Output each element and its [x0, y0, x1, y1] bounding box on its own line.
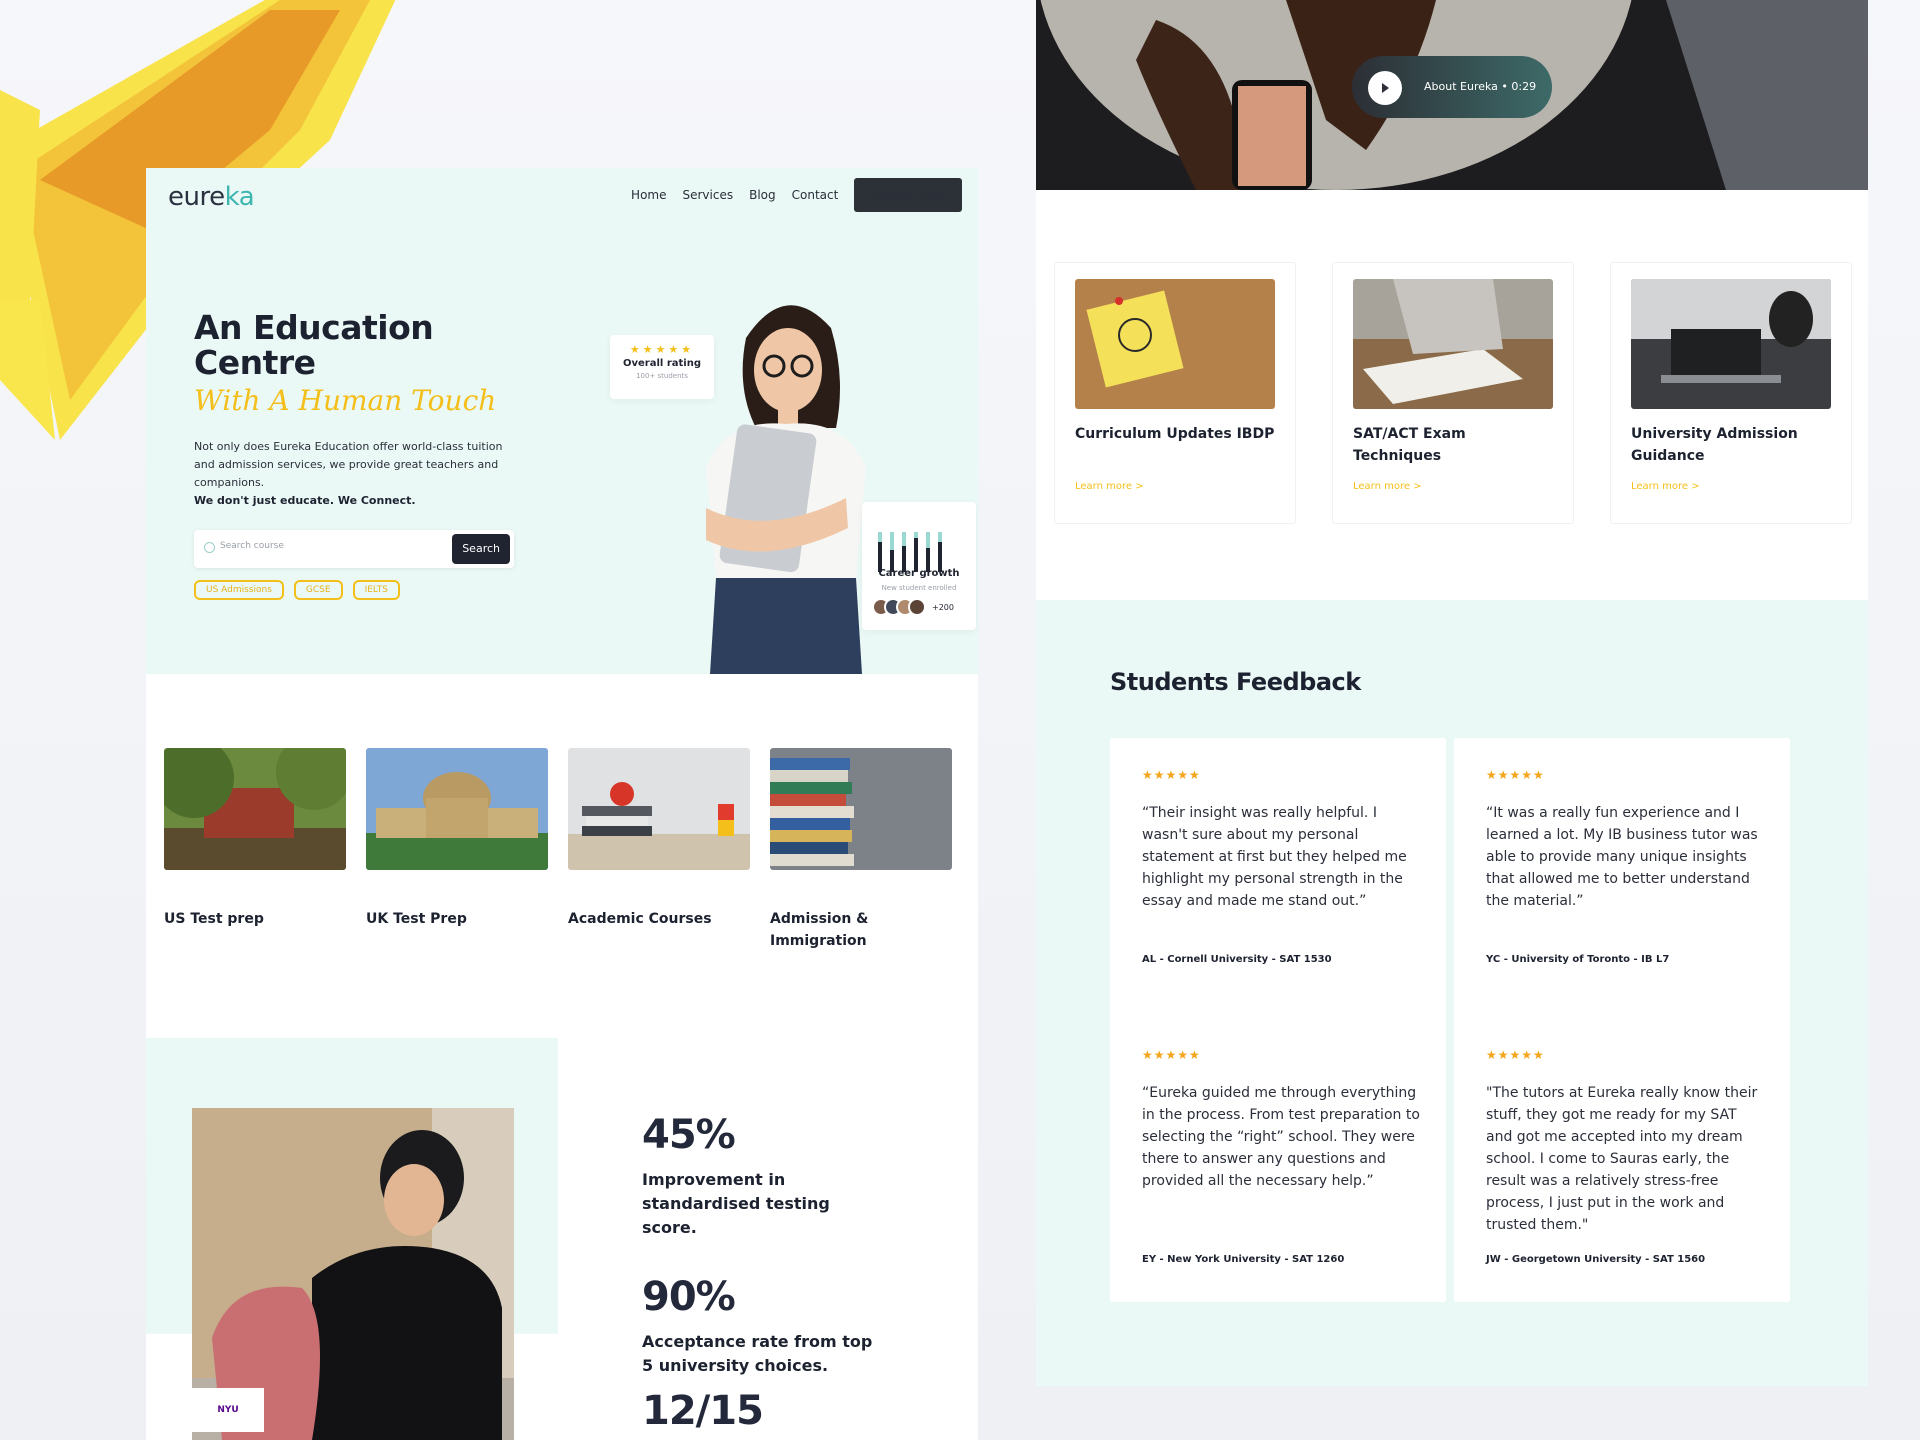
- avatar-group: +200: [872, 598, 954, 616]
- feedback-quote: “It was a really fun experience and I le…: [1486, 805, 1758, 909]
- stat-improvement: 45% Improvement in standardised testing …: [642, 1112, 882, 1240]
- course-card-academic-courses[interactable]: Academic Courses: [568, 748, 750, 952]
- tag-us-admissions[interactable]: US Admissions: [194, 580, 284, 600]
- search-input[interactable]: Search course: [220, 541, 284, 551]
- brand-logo[interactable]: eureka: [168, 182, 255, 212]
- about-video[interactable]: About Eureka • 0:29: [1036, 0, 1868, 190]
- feedback-author: JW - Georgetown University - SAT 1560: [1486, 1254, 1706, 1265]
- feedback-author: EY - New York University - SAT 1260: [1142, 1254, 1345, 1265]
- feedback-card: ★★★★★ “Eureka guided me through everythi…: [1110, 1018, 1446, 1302]
- avatar: [908, 598, 926, 616]
- studying-image: [1353, 279, 1553, 409]
- course-list: US Test prep UK Test Prep Academic Cours…: [154, 734, 952, 952]
- service-title: Curriculum Updates IBDP: [1075, 426, 1275, 442]
- landing-page-right: About Eureka • 0:29 Curriculum Updates I…: [1036, 0, 1868, 1386]
- course-name: UK Test Prep: [366, 911, 467, 927]
- feedback-card: ★★★★★ "The tutors at Eureka really know …: [1454, 1018, 1790, 1302]
- search-icon: [204, 542, 215, 553]
- top-nav: eureka Home Services Blog Contact Inquir…: [146, 168, 978, 228]
- hero-tagline: We don't just educate. We Connect.: [194, 494, 416, 507]
- university-building-image: [366, 748, 548, 870]
- tag-gcse[interactable]: GCSE: [293, 580, 343, 600]
- stat-label: Acceptance rate from top 5 university ch…: [642, 1332, 873, 1375]
- stat-ratio: 12/15: [642, 1388, 764, 1434]
- star-rating-icon: ★★★★★: [1142, 1048, 1201, 1062]
- feedback-quote: “Their insight was really helpful. I was…: [1142, 805, 1407, 909]
- career-sub: New student enrolled: [881, 584, 957, 592]
- book-stack-image: [770, 748, 952, 870]
- service-title: SAT/ACT Exam Techniques: [1353, 426, 1466, 464]
- stat-value: 90%: [642, 1274, 736, 1320]
- apple-books-image: [568, 748, 750, 870]
- course-card-us-test-prep[interactable]: US Test prep: [154, 734, 352, 952]
- campus-image: [154, 734, 352, 870]
- stat-label: Improvement in standardised testing scor…: [642, 1170, 830, 1237]
- feedback-author: YC - University of Toronto - IB L7: [1486, 954, 1670, 965]
- service-title: University Admission Guidance: [1631, 426, 1798, 464]
- feedback-card: ★★★★★ “Their insight was really helpful.…: [1110, 738, 1446, 1022]
- nav-home[interactable]: Home: [631, 188, 666, 202]
- service-card-curriculum[interactable]: Curriculum Updates IBDP Learn more >: [1054, 262, 1296, 524]
- stat-value: 45%: [642, 1112, 736, 1158]
- service-list: Curriculum Updates IBDP Learn more > SAT…: [1054, 262, 1852, 524]
- learn-more-link[interactable]: Learn more >: [1353, 481, 1422, 492]
- search-button[interactable]: Search: [452, 534, 510, 564]
- career-label: Career growth: [878, 568, 960, 579]
- hero-script-subtitle: With A Human Touch: [194, 384, 497, 417]
- logo-text: eure: [168, 182, 225, 212]
- landing-page-left: eureka Home Services Blog Contact Inquir…: [146, 168, 978, 1440]
- service-card-sat-act[interactable]: SAT/ACT Exam Techniques Learn more >: [1332, 262, 1574, 524]
- nav-services[interactable]: Services: [682, 188, 733, 202]
- tag-ielts[interactable]: IELTS: [352, 580, 400, 600]
- overall-rating-card: ★★★★★ Overall rating 100+ students: [610, 335, 714, 399]
- tag-list: US Admissions GCSE IELTS: [194, 580, 400, 600]
- feedback-author: AL - Cornell University - SAT 1530: [1142, 954, 1332, 965]
- course-name: Academic Courses: [568, 911, 712, 927]
- service-card-admission[interactable]: University Admission Guidance Learn more…: [1610, 262, 1852, 524]
- video-label: About Eureka • 0:29: [1424, 80, 1537, 93]
- star-rating-icon: ★★★★★: [1486, 768, 1545, 782]
- students-feedback-section: Students Feedback ★★★★★ “Their insight w…: [1036, 600, 1868, 1386]
- course-search: Search course Search: [194, 530, 514, 568]
- inquiry-now-button[interactable]: Inquiry Now: [854, 178, 962, 212]
- nav-links: Home Services Blog Contact Inquiry Now: [631, 178, 962, 212]
- hero-description: Not only does Eureka Education offer wor…: [194, 440, 503, 489]
- rating-stars-icon: ★★★★★: [629, 343, 695, 356]
- enrolled-count: +200: [932, 602, 954, 612]
- lightbulb-note-image: [1075, 279, 1275, 409]
- feedback-quote: "The tutors at Eureka really know their …: [1486, 1085, 1758, 1233]
- stat-value: 12/15: [642, 1388, 764, 1434]
- hero-title: An Education Centre: [194, 308, 434, 382]
- star-rating-icon: ★★★★★: [1486, 1048, 1545, 1062]
- career-growth-card: Career growth New student enrolled +200: [862, 502, 976, 630]
- nav-blog[interactable]: Blog: [749, 188, 776, 202]
- star-rating-icon: ★★★★★: [1142, 768, 1201, 782]
- feedback-heading: Students Feedback: [1110, 668, 1361, 696]
- stat-acceptance: 90% Acceptance rate from top 5 universit…: [642, 1274, 882, 1378]
- nyu-label: NYU: [217, 1405, 239, 1415]
- video-play-pill[interactable]: About Eureka • 0:29: [1352, 56, 1552, 118]
- feedback-quote: “Eureka guided me through everything in …: [1142, 1085, 1420, 1189]
- play-icon[interactable]: [1368, 71, 1402, 105]
- course-name: US Test prep: [164, 911, 264, 927]
- rating-sub: 100+ students: [636, 372, 688, 380]
- hero-section: eureka Home Services Blog Contact Inquir…: [146, 168, 978, 674]
- feedback-card: ★★★★★ “It was a really fun experience an…: [1454, 738, 1790, 1022]
- nav-contact[interactable]: Contact: [792, 188, 839, 202]
- nyu-badge: NYU: [192, 1388, 264, 1432]
- career-bars-icon: [878, 532, 942, 572]
- course-name: Admission & Immigration: [770, 911, 869, 949]
- learn-more-link[interactable]: Learn more >: [1075, 481, 1144, 492]
- course-card-uk-test-prep[interactable]: UK Test Prep: [366, 748, 548, 952]
- learn-more-link[interactable]: Learn more >: [1631, 481, 1700, 492]
- laptop-desk-image: [1631, 279, 1831, 409]
- logo-accent: ka: [224, 182, 255, 212]
- course-card-admission-immigration[interactable]: Admission & Immigration: [770, 748, 952, 952]
- rating-label: Overall rating: [623, 358, 701, 369]
